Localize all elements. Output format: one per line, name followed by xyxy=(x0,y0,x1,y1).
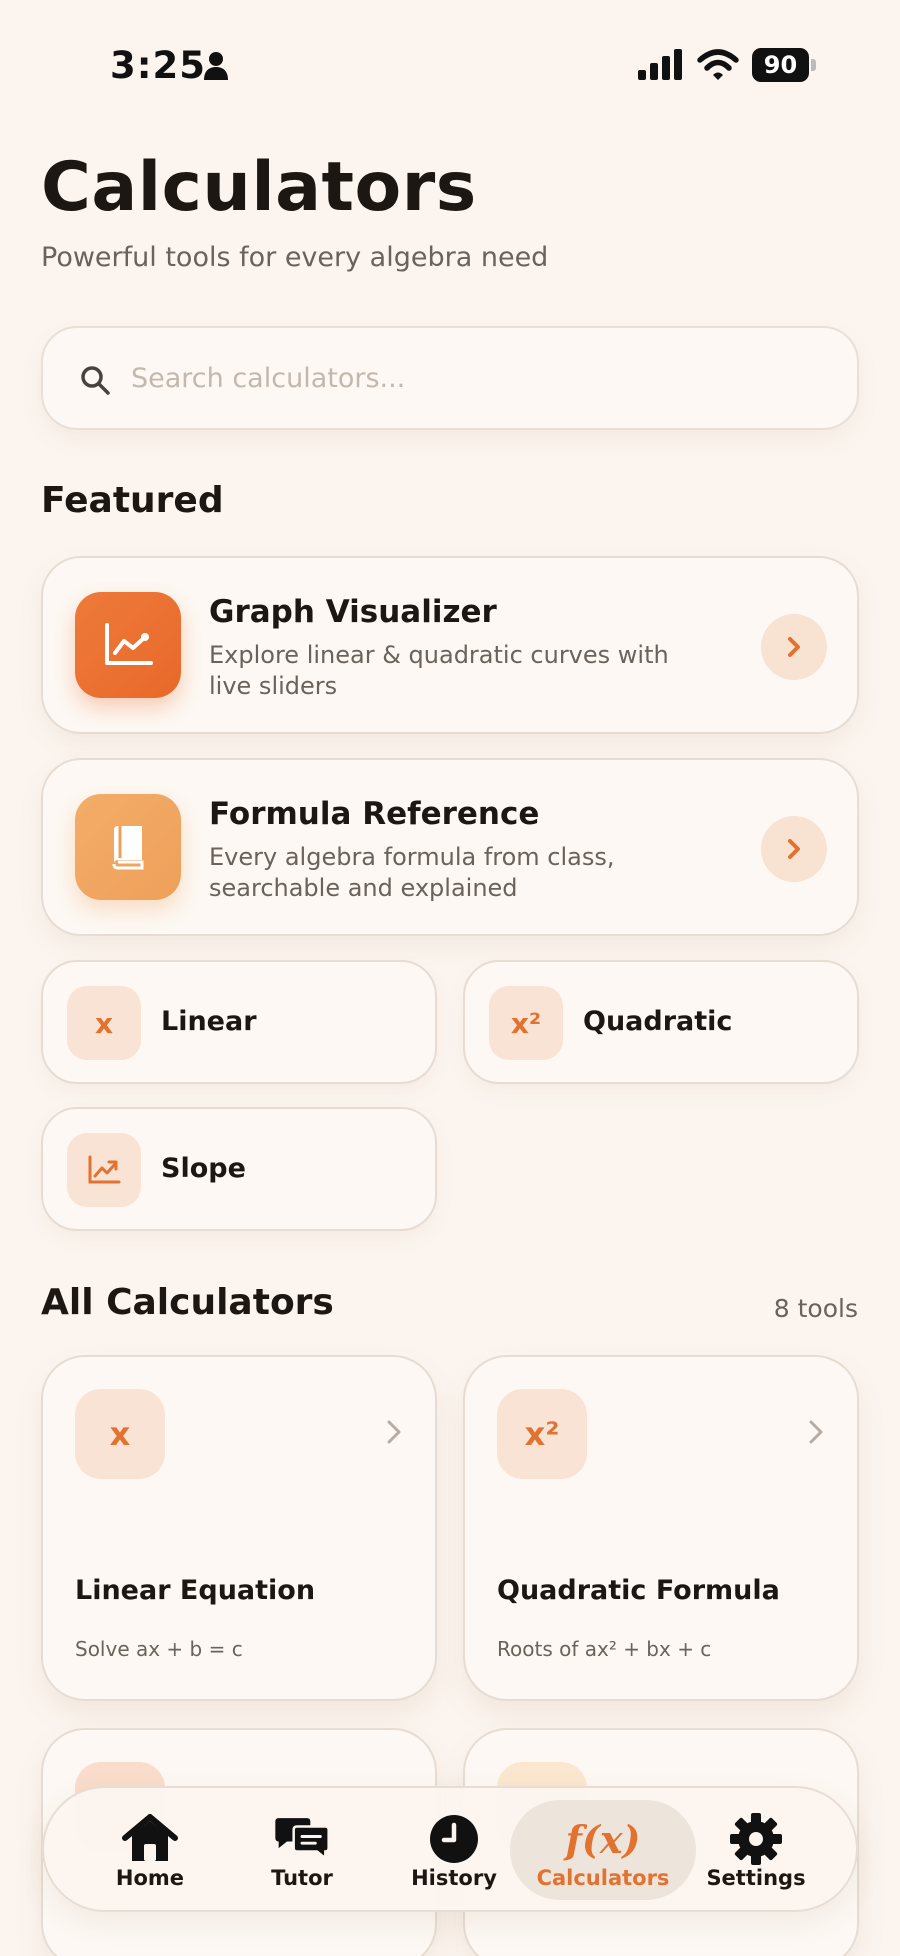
person-icon xyxy=(204,52,228,80)
linear-glyph-icon: x xyxy=(67,986,141,1060)
search-icon xyxy=(81,366,110,395)
home-icon xyxy=(120,1814,180,1864)
feature-title: Formula Reference xyxy=(209,796,540,832)
chevron-right-icon xyxy=(387,1420,401,1444)
status-bar: 3:25 90 xyxy=(0,0,900,130)
nav-item-history[interactable]: History xyxy=(378,1800,530,1900)
quadratic-glyph-icon: x² xyxy=(497,1389,587,1479)
function-icon: f(x) xyxy=(565,1816,641,1862)
chat-icon xyxy=(272,1814,332,1864)
chevron-right-icon[interactable] xyxy=(761,614,827,680)
chevron-right-icon xyxy=(809,1420,823,1444)
status-time: 3:25 xyxy=(110,44,207,87)
quick-tile-linear[interactable]: x Linear xyxy=(41,960,437,1084)
feature-description: Explore linear & quadratic curves with l… xyxy=(209,641,669,700)
featured-card-graph-visualizer[interactable]: Graph Visualizer Explore linear & quadra… xyxy=(41,556,859,734)
page-title: Calculators xyxy=(41,148,477,227)
quick-tile-label: Slope xyxy=(161,1153,246,1184)
nav-label: Home xyxy=(115,1866,185,1890)
nav-label: Tutor xyxy=(271,1866,333,1890)
nav-item-home[interactable]: Home xyxy=(74,1800,226,1900)
quick-tile-label: Linear xyxy=(161,1006,257,1037)
battery-level: 90 xyxy=(752,48,809,82)
calc-description: Solve ax + b = c xyxy=(75,1637,243,1661)
calc-title: Linear Equation xyxy=(75,1575,316,1606)
wifi-icon xyxy=(697,49,739,80)
bottom-nav: Home Tutor History f(x) Calculators Sett… xyxy=(42,1786,858,1912)
calc-title: Quadratic Formula xyxy=(497,1575,780,1606)
battery-tip xyxy=(811,59,816,71)
tool-count: 8 tools xyxy=(773,1294,858,1323)
trend-up-icon xyxy=(67,1133,141,1207)
feature-description: Every algebra formula from class, search… xyxy=(209,843,615,902)
quick-tile-slope[interactable]: Slope xyxy=(41,1107,437,1231)
book-icon xyxy=(75,794,181,900)
quadratic-glyph-icon: x² xyxy=(489,986,563,1060)
search-input[interactable] xyxy=(131,328,811,428)
nav-label: History xyxy=(411,1866,497,1890)
nav-item-calculators[interactable]: f(x) Calculators xyxy=(510,1800,696,1900)
battery-indicator: 90 xyxy=(752,48,816,82)
featured-card-formula-reference[interactable]: Formula Reference Every algebra formula … xyxy=(41,758,859,936)
all-calculators-title: All Calculators xyxy=(41,1282,334,1323)
nav-item-settings[interactable]: Settings xyxy=(680,1800,832,1900)
feature-title: Graph Visualizer xyxy=(209,594,497,630)
chevron-right-icon[interactable] xyxy=(761,816,827,882)
nav-item-tutor[interactable]: Tutor xyxy=(226,1800,378,1900)
page-subtitle: Powerful tools for every algebra need xyxy=(41,242,549,273)
quick-tile-label: Quadratic xyxy=(583,1006,733,1037)
featured-section-title: Featured xyxy=(41,480,224,521)
calc-card-linear-equation[interactable]: x Linear Equation Solve ax + b = c xyxy=(41,1355,437,1701)
calc-card-quadratic-formula[interactable]: x² Quadratic Formula Roots of ax² + bx +… xyxy=(463,1355,859,1701)
clock-icon xyxy=(424,1814,484,1864)
signal-icon xyxy=(638,49,682,80)
gear-icon xyxy=(726,1813,786,1865)
nav-label: Settings xyxy=(706,1866,806,1890)
chart-line-icon xyxy=(75,592,181,698)
nav-label: Calculators xyxy=(536,1866,670,1890)
linear-glyph-icon: x xyxy=(75,1389,165,1479)
quick-tile-quadratic[interactable]: x² Quadratic xyxy=(463,960,859,1084)
search-box[interactable] xyxy=(41,326,859,430)
calc-description: Roots of ax² + bx + c xyxy=(497,1637,712,1661)
